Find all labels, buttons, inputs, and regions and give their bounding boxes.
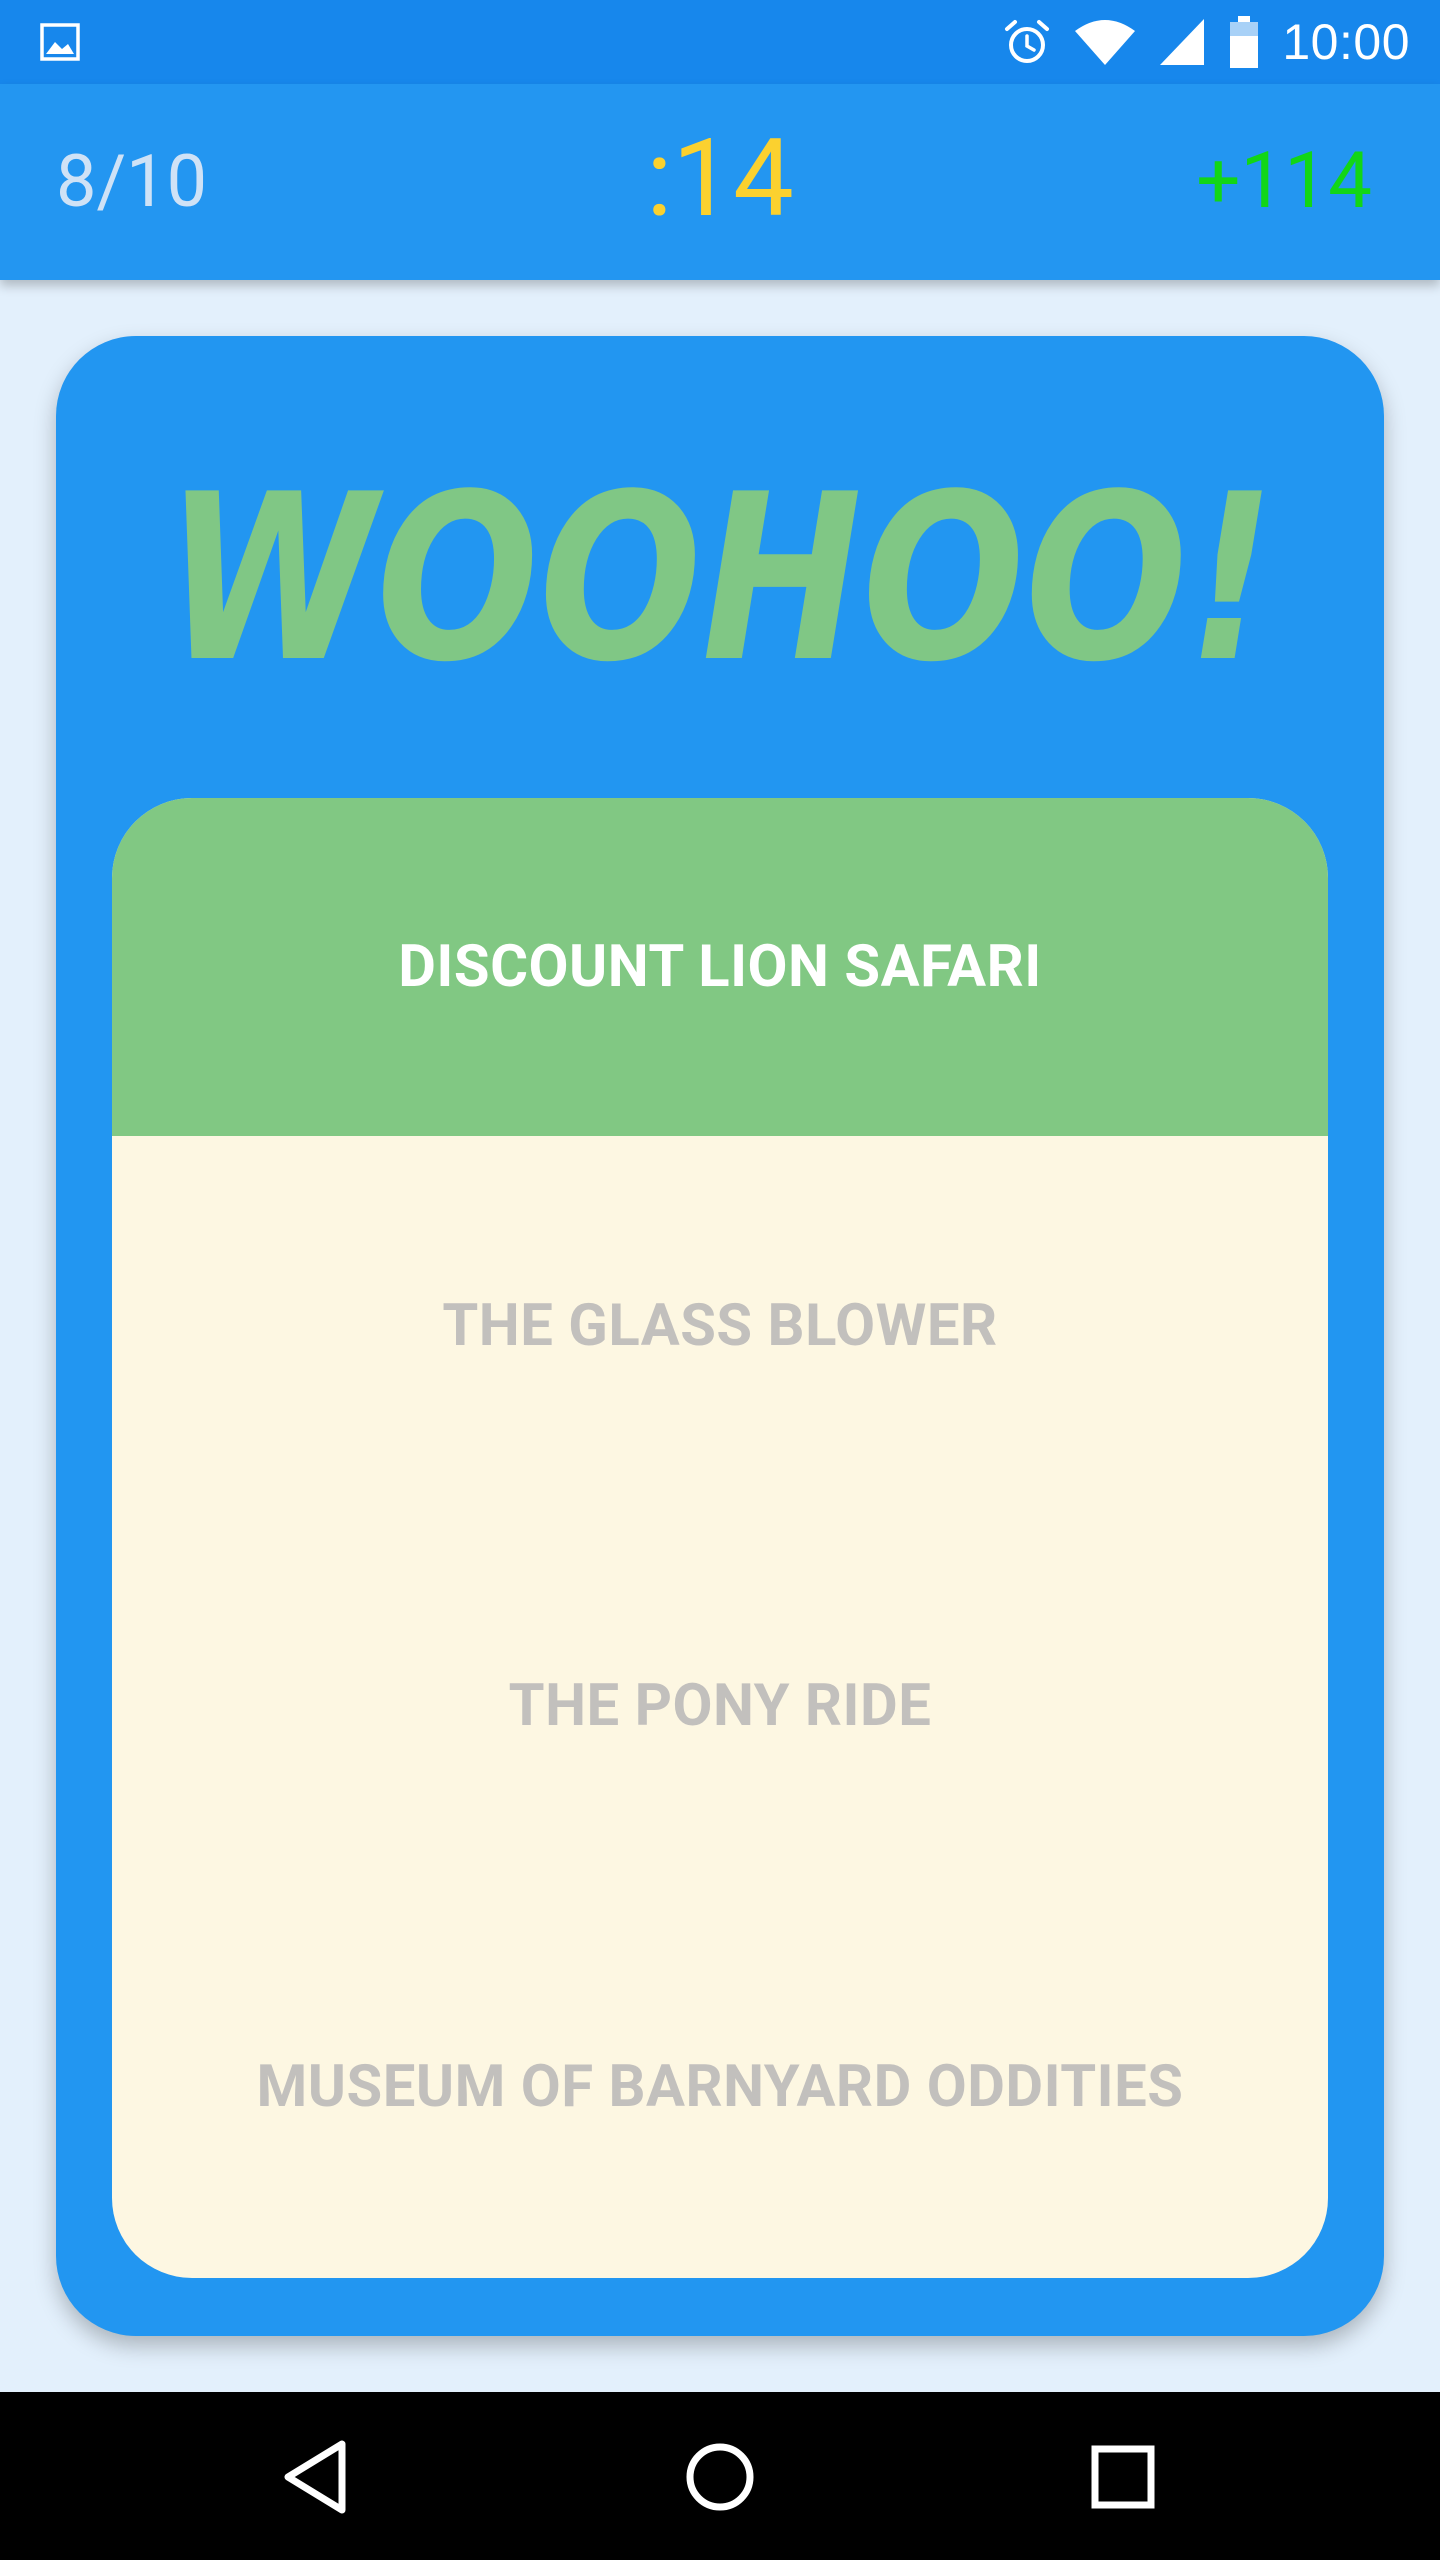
answer-options: DISCOUNT LION SAFARI THE GLASS BLOWER TH… [112,798,1328,2278]
status-icons: 10:00 [1002,0,1410,84]
system-nav-bar [0,2392,1440,2560]
score-delta: +114 [1196,136,1372,227]
battery-icon [1230,16,1259,68]
answer-option-correct[interactable]: DISCOUNT LION SAFARI [112,798,1328,1136]
back-icon[interactable] [272,2432,362,2522]
question-card: WOOHOO! DISCOUNT LION SAFARI THE GLASS B… [56,336,1384,2336]
answer-option[interactable]: MUSEUM OF BARNYARD ODDITIES [112,1896,1328,2278]
image-notification-icon [40,23,80,61]
alarm-icon [1005,20,1050,63]
wifi-icon [1075,20,1136,65]
cell-signal-icon [1160,19,1205,65]
status-time: 10:00 [1282,14,1410,70]
recents-icon[interactable] [1078,2432,1168,2522]
game-header: 8/10 :14 +114 [0,84,1440,280]
woohoo-banner: WOOHOO! [165,446,1275,696]
status-bar: 10:00 [0,0,1440,84]
answer-option[interactable]: THE GLASS BLOWER [112,1136,1328,1516]
answer-option[interactable]: THE PONY RIDE [112,1516,1328,1896]
svg-text:WOOHOO!: WOOHOO! [165,446,1275,696]
home-icon[interactable] [675,2432,765,2522]
